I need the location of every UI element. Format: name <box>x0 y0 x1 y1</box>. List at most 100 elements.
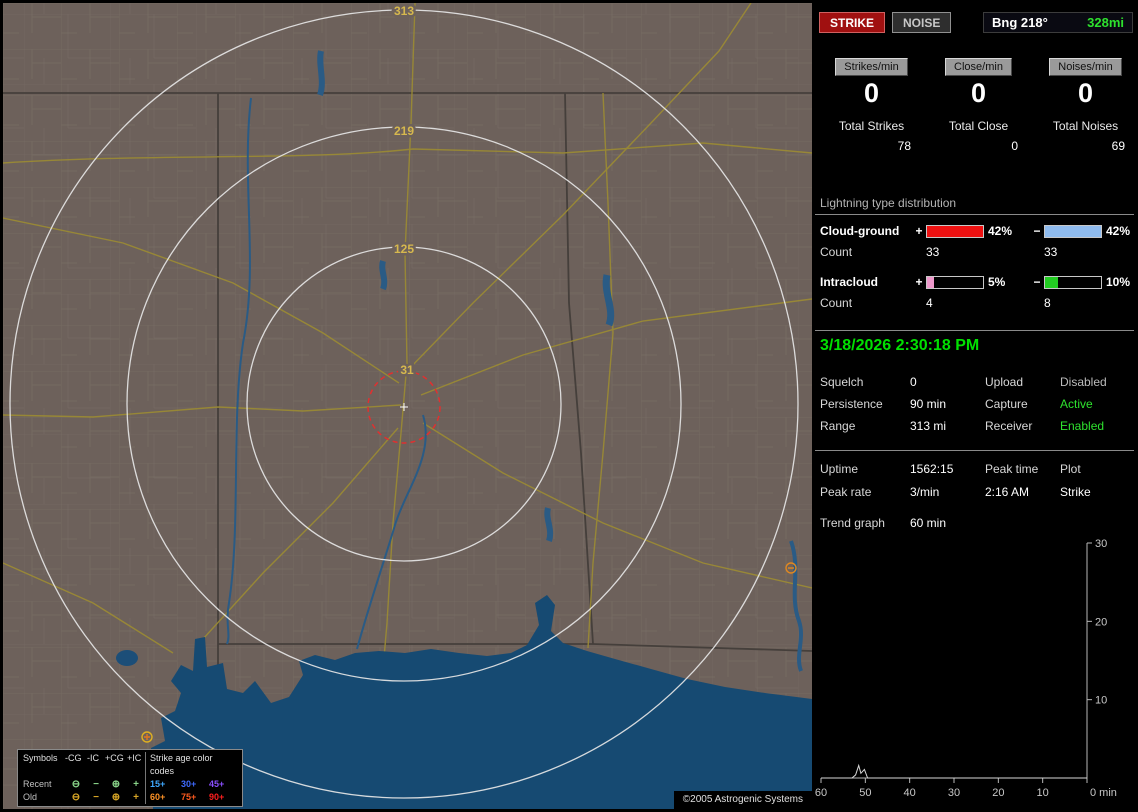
persistence-label: Persistence <box>820 397 883 411</box>
age-codes-title: Strike age color codes <box>145 752 237 778</box>
intracloud-row: Intracloud + 5% − 10% <box>815 275 1134 289</box>
noises-per-min-button[interactable]: Noises/min <box>1049 58 1122 76</box>
squelch-value: 0 <box>910 375 917 389</box>
range-ring-label-125: 125 <box>394 242 414 256</box>
intracloud-count-row: Count 4 8 <box>815 296 1134 310</box>
map[interactable]: 313 219 125 31 Symbols -CG -IC +CG +IC S… <box>3 3 812 809</box>
intracloud-label: Intracloud <box>820 275 879 289</box>
total-strikes-label: Total Strikes <box>838 119 905 133</box>
bearing-display: Bng 218° 328mi <box>983 12 1133 33</box>
ic-count-label: Count <box>820 296 853 310</box>
minus-icon: − <box>93 779 99 790</box>
svg-text:10: 10 <box>1037 787 1049 799</box>
legend-row-old-label: Old <box>23 792 38 802</box>
total-strikes-value: 78 <box>897 139 911 153</box>
persistence-value: 90 min <box>910 397 947 411</box>
minus-sign: − <box>1033 224 1041 238</box>
legend-header-pos-cg: +CG <box>105 753 124 763</box>
peak-time-value: 2:16 AM <box>985 485 1030 499</box>
peak-time-label: Peak time <box>985 462 1039 476</box>
distribution-title: Lightning type distribution <box>815 196 1134 215</box>
divider <box>815 450 1134 451</box>
range-ring-label-31: 31 <box>400 363 414 377</box>
trend-graph-label: Trend graph <box>820 516 885 530</box>
plot-value: Strike <box>1060 485 1091 499</box>
trend-graph: 10 20 30 60 50 40 30 20 10 0 min <box>815 538 1117 799</box>
uptime-value: 1562:15 <box>910 462 954 476</box>
receiver-status: Squelch 0 Upload Disabled Persistence 90… <box>820 375 1134 433</box>
legend-header-neg-cg: -CG <box>65 753 82 763</box>
upload-label: Upload <box>985 375 1024 389</box>
plus-icon: + <box>133 779 139 790</box>
ic-minus-bar <box>1044 275 1102 289</box>
cg-minus-count: 33 <box>1044 245 1058 259</box>
ic-plus-percent: 5% <box>988 275 1006 289</box>
range-label: Range <box>820 419 856 433</box>
age-code-75: 75+ <box>181 792 197 802</box>
session-stats: Uptime 1562:15 Peak time Plot Peak rate … <box>820 462 1134 499</box>
circle-minus-icon: ⊖ <box>71 779 81 790</box>
range-ring-label-219: 219 <box>394 124 414 138</box>
rate-counters: Strikes/min 0 Total Strikes 78 Close/min… <box>818 58 1138 153</box>
peak-rate-value: 3/min <box>910 485 940 499</box>
ic-minus-count: 8 <box>1044 296 1051 310</box>
noises-per-min-value: 0 <box>1077 78 1094 108</box>
plus-sign: + <box>915 275 923 289</box>
minus-icon: − <box>93 792 99 803</box>
close-per-min-value: 0 <box>970 78 987 108</box>
lightning-detector-app: 313 219 125 31 Symbols -CG -IC +CG +IC S… <box>0 0 1138 812</box>
age-code-45: 45+ <box>209 779 225 789</box>
bearing-range-value: 328mi <box>1087 15 1124 30</box>
range-ring-label-313: 313 <box>394 4 414 18</box>
cg-plus-count: 33 <box>926 245 940 259</box>
svg-text:50: 50 <box>859 787 871 799</box>
circle-plus-icon: ⊕ <box>111 779 121 790</box>
plus-sign: + <box>915 224 923 238</box>
circle-minus-icon: ⊖ <box>71 792 81 803</box>
ic-plus-bar <box>926 275 984 289</box>
noises-counter-column: Noises/min 0 Total Noises 69 <box>1032 58 1138 153</box>
cg-plus-bar-fill <box>927 225 983 237</box>
total-close-label: Total Close <box>948 119 1009 133</box>
capture-value: Active <box>1060 397 1093 411</box>
svg-text:0 min: 0 min <box>1090 787 1117 799</box>
capture-label: Capture <box>985 397 1028 411</box>
range-value: 313 mi <box>910 419 947 433</box>
cg-plus-percent: 42% <box>988 224 1013 238</box>
ic-minus-bar-fill <box>1045 276 1059 288</box>
age-code-60: 60+ <box>145 791 181 804</box>
bearing-value: Bng 218° <box>992 15 1048 30</box>
mode-toolbar: STRIKE NOISE Bng 218° 328mi <box>819 12 1133 33</box>
trend-graph-setting: Trend graph 60 min <box>820 516 1134 530</box>
cloud-ground-count-row: Count 33 33 <box>815 245 1134 259</box>
noise-mode-button[interactable]: NOISE <box>892 12 952 33</box>
squelch-label: Squelch <box>820 375 864 389</box>
cloud-ground-row: Cloud-ground + 42% − 42% <box>815 224 1134 238</box>
ic-plus-count: 4 <box>926 296 933 310</box>
svg-text:40: 40 <box>904 787 916 799</box>
close-per-min-button[interactable]: Close/min <box>945 58 1012 76</box>
copyright-notice: ©2005 Astrogenic Systems <box>673 791 812 809</box>
svg-text:20: 20 <box>1095 616 1107 628</box>
minus-sign: − <box>1033 275 1041 289</box>
legend-symbols-title: Symbols <box>23 753 58 763</box>
legend-header-pos-ic: +IC <box>127 753 142 763</box>
svg-text:30: 30 <box>948 787 960 799</box>
strikes-per-min-button[interactable]: Strikes/min <box>835 58 908 76</box>
age-code-30: 30+ <box>181 779 197 789</box>
cg-minus-percent: 42% <box>1106 224 1131 238</box>
total-noises-label: Total Noises <box>1052 119 1119 133</box>
svg-text:10: 10 <box>1095 695 1107 707</box>
lightning-type-distribution: Lightning type distribution Cloud-ground… <box>815 196 1134 310</box>
cg-minus-bar-fill <box>1045 225 1101 237</box>
upload-value: Disabled <box>1060 375 1107 389</box>
ic-plus-bar-fill <box>927 276 934 288</box>
close-counter-column: Close/min 0 Total Close 0 <box>925 58 1032 153</box>
map-canvas: 313 219 125 31 <box>3 3 812 809</box>
cg-plus-bar <box>926 224 984 238</box>
legend-header-neg-ic: -IC <box>87 753 99 763</box>
strike-mode-button[interactable]: STRIKE <box>819 12 886 33</box>
cloud-ground-label: Cloud-ground <box>820 224 900 238</box>
svg-text:20: 20 <box>992 787 1004 799</box>
total-close-value: 0 <box>1011 139 1018 153</box>
